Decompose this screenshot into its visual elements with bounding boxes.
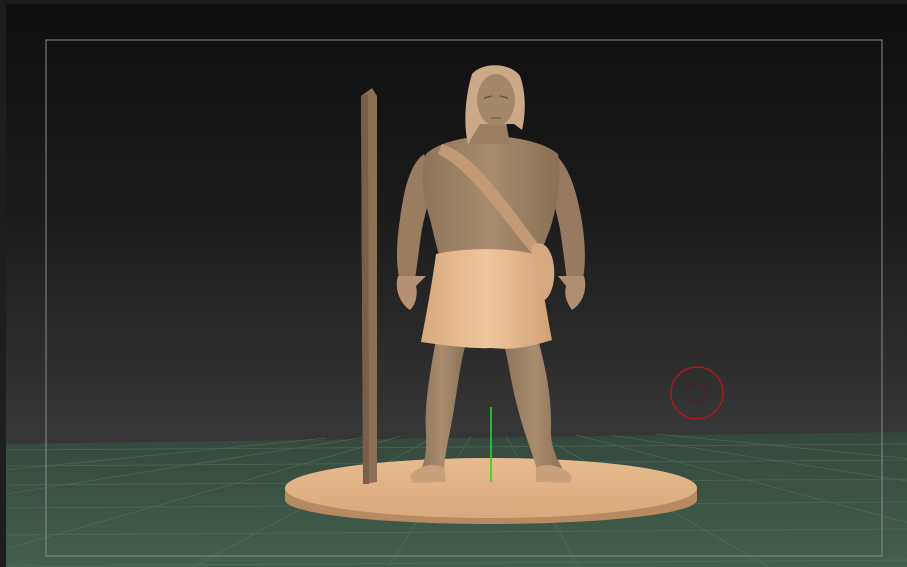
staff-model[interactable] [361, 88, 377, 484]
3d-viewport[interactable] [0, 0, 907, 567]
circle-cursor-icon [670, 366, 724, 420]
scene-canvas[interactable] [6, 4, 907, 567]
